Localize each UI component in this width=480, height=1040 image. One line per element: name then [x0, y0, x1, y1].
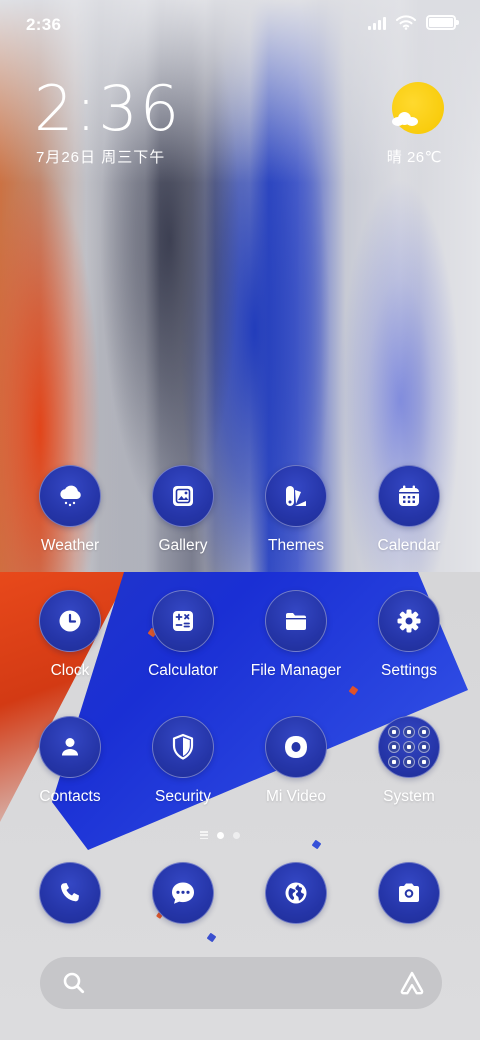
app-mi-video[interactable]: Mi Video	[239, 716, 353, 816]
app-icon-bg	[265, 862, 327, 924]
dock-phone[interactable]	[13, 862, 127, 962]
app-label: Calendar	[377, 537, 441, 554]
assistant-icon[interactable]	[398, 970, 426, 996]
app-icon-bg	[265, 716, 327, 778]
folder-grid-icon	[388, 726, 430, 768]
weather-text: 晴 26℃	[386, 149, 442, 166]
signal-icon	[368, 16, 386, 30]
app-settings[interactable]: Settings	[352, 590, 466, 690]
app-weather[interactable]: Weather	[13, 465, 127, 565]
sunny-cloud-icon[interactable]	[392, 82, 444, 134]
app-icon-bg	[378, 590, 440, 652]
phone-icon	[60, 883, 79, 902]
app-clock[interactable]: Clock	[13, 590, 127, 690]
app-label: Security	[155, 788, 211, 805]
app-label: Contacts	[39, 788, 101, 805]
video-icon	[285, 736, 307, 758]
app-security[interactable]: Security	[126, 716, 240, 816]
app-label: Weather	[40, 537, 100, 554]
shield-icon	[172, 733, 194, 760]
app-icon-bg	[39, 590, 101, 652]
page-dot	[233, 831, 240, 839]
app-icon-bg	[39, 862, 101, 924]
status-bar: 2:36	[0, 0, 480, 50]
calendar-icon	[399, 485, 419, 506]
search-bar[interactable]	[40, 957, 442, 1009]
wifi-icon	[396, 15, 416, 30]
app-icon-bg	[152, 862, 214, 924]
app-icon-bg	[378, 465, 440, 527]
app-icon-bg	[378, 862, 440, 924]
clock-widget-date: 7月26日 周三下午	[36, 149, 166, 166]
app-icon-bg	[152, 590, 214, 652]
gear-icon	[397, 609, 421, 633]
app-label: Themes	[268, 537, 324, 554]
browser-icon	[285, 882, 307, 904]
app-label: Gallery	[158, 537, 208, 554]
app-label: Calculator	[148, 662, 218, 679]
page-list-icon	[200, 831, 208, 839]
page-dot-active	[217, 831, 224, 839]
app-contacts[interactable]: Contacts	[13, 716, 127, 816]
themes-icon	[286, 486, 306, 506]
app-label: System	[383, 788, 435, 805]
search-icon	[63, 972, 85, 994]
status-time: 2:36	[26, 15, 62, 34]
app-gallery[interactable]: Gallery	[126, 465, 240, 565]
app-icon-bg	[152, 716, 214, 778]
camera-icon	[399, 883, 419, 902]
weather-icon	[60, 485, 81, 507]
clock-widget-time[interactable]: 2:36	[34, 78, 181, 140]
app-calendar[interactable]: Calendar	[352, 465, 466, 565]
battery-icon	[426, 15, 459, 30]
app-icon-bg	[265, 465, 327, 527]
contacts-icon	[62, 738, 78, 756]
app-label: Mi Video	[265, 788, 327, 805]
app-system-folder[interactable]: System	[352, 716, 466, 816]
app-icon-bg	[378, 716, 440, 778]
dock-messages[interactable]	[126, 862, 240, 962]
app-themes[interactable]: Themes	[239, 465, 353, 565]
app-icon-bg	[39, 716, 101, 778]
page-indicator[interactable]	[200, 831, 240, 839]
app-icon-bg	[265, 590, 327, 652]
app-icon-bg	[39, 465, 101, 527]
dock-camera[interactable]	[352, 862, 466, 962]
folder-icon	[286, 613, 306, 630]
app-label: Clock	[50, 662, 90, 679]
messages-icon	[172, 882, 194, 904]
app-label: Settings	[380, 662, 437, 679]
app-label: File Manager	[250, 662, 342, 679]
gallery-icon	[173, 486, 193, 506]
clock-icon	[59, 610, 81, 632]
dock-browser[interactable]	[239, 862, 353, 962]
weather-cloud-icon	[392, 112, 418, 126]
calculator-icon	[173, 611, 193, 631]
status-icons	[368, 15, 459, 30]
app-calculator[interactable]: Calculator	[126, 590, 240, 690]
app-icon-bg	[152, 465, 214, 527]
app-file-manager[interactable]: File Manager	[239, 590, 353, 690]
